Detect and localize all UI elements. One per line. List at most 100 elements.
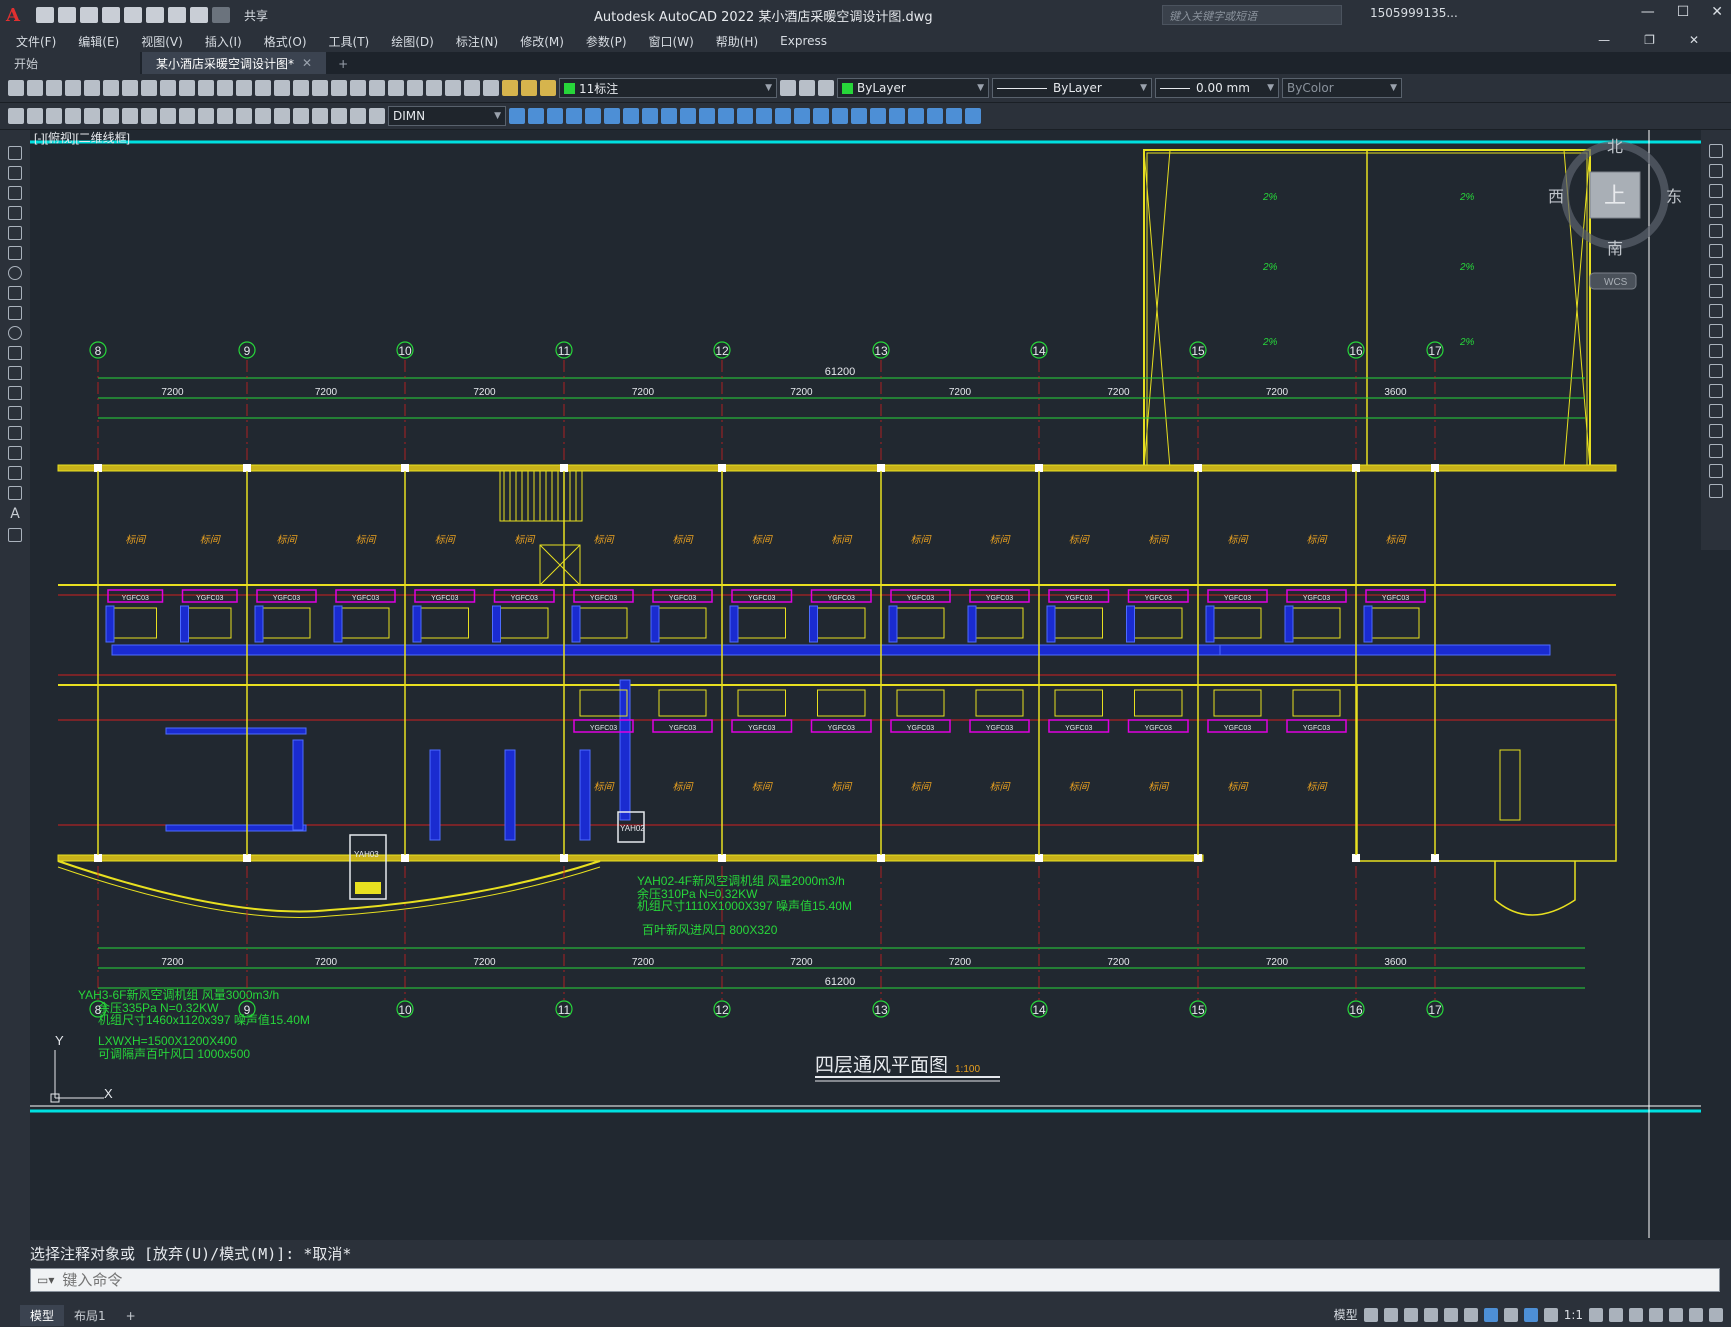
center-mark-icon[interactable] bbox=[274, 108, 290, 124]
3d-print-icon[interactable] bbox=[122, 80, 138, 96]
offset-icon[interactable] bbox=[1709, 204, 1723, 218]
menu-help[interactable]: 帮助(H) bbox=[716, 33, 758, 50]
modify-trim-icon[interactable] bbox=[680, 108, 696, 124]
modify-stretch-icon[interactable] bbox=[661, 108, 677, 124]
match-prop-icon[interactable] bbox=[198, 80, 214, 96]
layer-previous-icon[interactable] bbox=[799, 80, 815, 96]
layer-sun-icon[interactable] bbox=[521, 80, 537, 96]
undo-icon[interactable] bbox=[190, 7, 208, 23]
clean-screen-icon[interactable] bbox=[1689, 1307, 1703, 1322]
dim-baseline-icon[interactable] bbox=[179, 108, 195, 124]
ortho-icon[interactable] bbox=[1403, 1307, 1418, 1322]
tool-palettes-icon[interactable] bbox=[388, 80, 404, 96]
dim-diameter-icon[interactable] bbox=[122, 108, 138, 124]
modify-rotate-icon[interactable] bbox=[623, 108, 639, 124]
add-layout-button[interactable]: + bbox=[116, 1307, 146, 1325]
text-front-icon[interactable] bbox=[870, 108, 886, 124]
ellipse-arc-icon[interactable] bbox=[8, 346, 22, 360]
viewcube-top[interactable]: 上 bbox=[1604, 183, 1626, 208]
annotation-scale[interactable]: 1:1 bbox=[1564, 1308, 1583, 1322]
save-icon[interactable] bbox=[80, 7, 98, 23]
tab-model[interactable]: 模型 bbox=[20, 1305, 65, 1326]
explode-icon[interactable] bbox=[1709, 484, 1723, 498]
redo-icon[interactable] bbox=[212, 7, 230, 23]
menu-draw[interactable]: 绘图(D) bbox=[391, 33, 434, 50]
close-icon[interactable]: ✕ bbox=[1711, 4, 1723, 20]
block-editor-icon[interactable] bbox=[217, 80, 233, 96]
table-icon[interactable] bbox=[8, 486, 22, 500]
paste-icon[interactable] bbox=[179, 80, 195, 96]
make-current-icon[interactable] bbox=[780, 80, 796, 96]
tab-close-icon[interactable]: ✕ bbox=[302, 56, 312, 70]
drawing-canvas[interactable]: [-][俯视][二维线框] 2% 2% 2% 2% 2% 2% 上 北 南 西 … bbox=[30, 130, 1701, 1238]
dim-continue-icon[interactable] bbox=[198, 108, 214, 124]
zoom-previous-icon[interactable] bbox=[331, 80, 347, 96]
help-icon[interactable] bbox=[464, 80, 480, 96]
plot-icon[interactable] bbox=[65, 80, 81, 96]
mtext-icon[interactable]: A bbox=[10, 506, 20, 522]
model-space-label[interactable]: 模型 bbox=[1334, 1306, 1358, 1323]
point-icon[interactable] bbox=[8, 406, 22, 420]
lineweight-select[interactable]: 0.00 mm ▼ bbox=[1155, 78, 1279, 98]
extend-icon[interactable] bbox=[1709, 344, 1723, 358]
menu-dimension[interactable]: 标注(N) bbox=[456, 33, 498, 50]
command-input[interactable] bbox=[62, 1271, 1463, 1289]
layer-states-icon[interactable] bbox=[818, 80, 834, 96]
modify-chamfer-icon[interactable] bbox=[756, 108, 772, 124]
layer-properties-icon[interactable] bbox=[483, 80, 499, 96]
menu-window[interactable]: 窗口(W) bbox=[649, 33, 694, 50]
copy-icon[interactable] bbox=[160, 80, 176, 96]
modify-copy-icon[interactable] bbox=[528, 108, 544, 124]
modify-extend-icon[interactable] bbox=[699, 108, 715, 124]
menu-tools[interactable]: 工具(T) bbox=[329, 33, 370, 50]
spline-icon[interactable] bbox=[8, 306, 22, 320]
send-back-icon[interactable] bbox=[851, 108, 867, 124]
viewport-label[interactable]: [-][俯视][二维线框] bbox=[34, 130, 130, 145]
modify-move-icon[interactable] bbox=[604, 108, 620, 124]
share-button[interactable]: 共享 bbox=[244, 7, 268, 24]
open-web-icon[interactable] bbox=[124, 7, 142, 23]
modify-scale-icon[interactable] bbox=[642, 108, 658, 124]
menu-modify[interactable]: 修改(M) bbox=[520, 33, 564, 50]
copy-object-icon[interactable] bbox=[1709, 164, 1723, 178]
dim-linear-icon[interactable] bbox=[8, 108, 24, 124]
properties-icon[interactable] bbox=[350, 80, 366, 96]
hatch-icon[interactable] bbox=[8, 426, 22, 440]
layer-lock-icon[interactable] bbox=[540, 80, 556, 96]
command-line[interactable]: ▭▾ bbox=[30, 1268, 1720, 1292]
cut-icon[interactable] bbox=[141, 80, 157, 96]
modify-offset-icon[interactable] bbox=[566, 108, 582, 124]
command-options-icon[interactable]: ▭▾ bbox=[37, 1273, 54, 1287]
modify-fillet-icon[interactable] bbox=[775, 108, 791, 124]
inspection-icon[interactable] bbox=[293, 108, 309, 124]
polar-icon[interactable] bbox=[1423, 1307, 1438, 1322]
tab-start[interactable]: 开始 bbox=[0, 52, 140, 74]
viewcube-east[interactable]: 东 bbox=[1666, 188, 1682, 206]
preview-icon[interactable] bbox=[84, 80, 100, 96]
color-select[interactable]: ByLayer ▼ bbox=[837, 78, 989, 98]
undo-icon[interactable] bbox=[236, 80, 252, 96]
dim-break-icon[interactable] bbox=[236, 108, 252, 124]
open-file-icon[interactable] bbox=[58, 7, 76, 23]
auto-scale-icon[interactable] bbox=[1543, 1307, 1558, 1322]
search-input[interactable]: 键入关键字或短语 bbox=[1162, 5, 1342, 25]
wcs-label[interactable]: WCS bbox=[1604, 277, 1628, 288]
polyline-icon[interactable] bbox=[8, 186, 22, 200]
add-selected-icon[interactable] bbox=[8, 528, 22, 542]
ellipse-icon[interactable] bbox=[8, 326, 22, 340]
ungroup-icon[interactable] bbox=[927, 108, 943, 124]
lineweight-icon[interactable] bbox=[1503, 1307, 1518, 1322]
minimize-icon[interactable]: — bbox=[1641, 4, 1655, 20]
plot-icon[interactable] bbox=[168, 7, 186, 23]
scale-icon[interactable] bbox=[1709, 284, 1723, 298]
tab-drawing[interactable]: 某小酒店采暖空调设计图* ✕ bbox=[142, 52, 327, 74]
annotation-monitor-icon[interactable] bbox=[1609, 1307, 1623, 1322]
annotation-visibility-icon[interactable] bbox=[1523, 1307, 1538, 1322]
menu-edit[interactable]: 编辑(E) bbox=[78, 33, 119, 50]
viewcube-west[interactable]: 西 bbox=[1548, 189, 1564, 206]
quick-properties-icon[interactable] bbox=[1649, 1307, 1663, 1322]
erase-icon[interactable] bbox=[1709, 144, 1723, 158]
doc-close-icon[interactable]: ✕ bbox=[1689, 33, 1699, 47]
region-icon[interactable] bbox=[8, 466, 22, 480]
dim-aligned-icon[interactable] bbox=[27, 108, 43, 124]
